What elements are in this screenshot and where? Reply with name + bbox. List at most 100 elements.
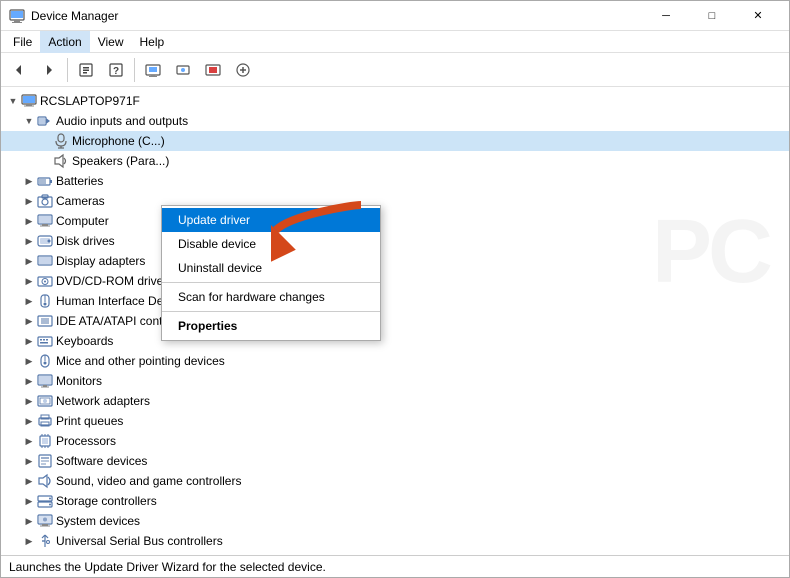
properties-button[interactable] xyxy=(72,56,100,84)
audio-expand-icon[interactable]: ▼ xyxy=(21,111,37,131)
toolbar: ? xyxy=(1,53,789,87)
title-bar: Device Manager ─ □ ✕ xyxy=(1,1,789,31)
forward-button[interactable] xyxy=(35,56,63,84)
back-button[interactable] xyxy=(5,56,33,84)
maximize-button[interactable]: □ xyxy=(689,1,735,31)
toolbar-sep-2 xyxy=(134,58,135,82)
tree-item-usb[interactable]: ▶ Universal Serial Bus controllers xyxy=(1,531,789,551)
tree-item-dvd[interactable]: ▶ DVD/CD-ROM drives xyxy=(1,271,789,291)
tree-item-storage[interactable]: ▶ Storage controllers xyxy=(1,491,789,511)
usb-icon xyxy=(37,533,53,549)
add-hardware-button[interactable] xyxy=(229,56,257,84)
network-adapter-icon xyxy=(37,393,53,409)
tree-item-speakers[interactable]: Speakers (Para...) xyxy=(1,151,789,171)
usb-label: Universal Serial Bus controllers xyxy=(56,534,223,548)
ctx-update-driver[interactable]: Update driver xyxy=(162,208,380,232)
root-label: RCSLAPTOP971F xyxy=(40,94,140,108)
ide-icon xyxy=(37,313,53,329)
tree-root[interactable]: ▼ RCSLAPTOP971F xyxy=(1,91,789,111)
display-adapter-icon xyxy=(37,253,53,269)
battery-icon xyxy=(37,173,53,189)
print-label: Print queues xyxy=(56,414,123,428)
status-bar: Launches the Update Driver Wizard for th… xyxy=(1,555,789,577)
tree-item-audio[interactable]: ▼ Audio inputs and outputs xyxy=(1,111,789,131)
tree-item-mice[interactable]: ▶ Mice and other pointing devices xyxy=(1,351,789,371)
mice-expand-icon[interactable]: ▶ xyxy=(21,351,37,371)
context-menu: Update driver Disable device Uninstall d… xyxy=(161,205,381,341)
batteries-expand-icon[interactable]: ▶ xyxy=(21,171,37,191)
tree-item-system[interactable]: ▶ System devices xyxy=(1,511,789,531)
tree-item-batteries[interactable]: ▶ Batteries xyxy=(1,171,789,191)
keyboard-expand-icon[interactable]: ▶ xyxy=(21,331,37,351)
dvd-icon xyxy=(37,273,53,289)
software-expand-icon[interactable]: ▶ xyxy=(21,451,37,471)
minimize-button[interactable]: ─ xyxy=(643,1,689,31)
tree-item-ide[interactable]: ▶ IDE ATA/ATAPI controllers xyxy=(1,311,789,331)
tree-item-microphone[interactable]: Microphone (C...) xyxy=(1,131,789,151)
monitors-expand-icon[interactable]: ▶ xyxy=(21,371,37,391)
print-expand-icon[interactable]: ▶ xyxy=(21,411,37,431)
tree-item-disk[interactable]: ▶ Disk drives xyxy=(1,231,789,251)
ctx-separator xyxy=(162,282,380,283)
tree-item-network[interactable]: ▶ Network adapters xyxy=(1,391,789,411)
dvd-expand-icon[interactable]: ▶ xyxy=(21,271,37,291)
menu-view[interactable]: View xyxy=(90,31,132,53)
system-expand-icon[interactable]: ▶ xyxy=(21,511,37,531)
menu-file[interactable]: File xyxy=(5,31,40,53)
microphone-icon xyxy=(53,133,69,149)
ctx-properties[interactable]: Properties xyxy=(162,314,380,338)
network-button[interactable] xyxy=(169,56,197,84)
window-controls: ─ □ ✕ xyxy=(643,1,781,31)
svg-text:?: ? xyxy=(113,66,119,77)
computer-expand-icon[interactable]: ▶ xyxy=(21,211,37,231)
storage-expand-icon[interactable]: ▶ xyxy=(21,491,37,511)
close-button[interactable]: ✕ xyxy=(735,1,781,31)
sound-icon xyxy=(37,473,53,489)
tree-item-keyboards[interactable]: ▶ Keyboards xyxy=(1,331,789,351)
device-tree[interactable]: ▼ RCSLAPTOP971F ▼ xyxy=(1,87,789,555)
software-device-icon xyxy=(37,453,53,469)
system-label: System devices xyxy=(56,514,140,528)
tree-item-software[interactable]: ▶ Software devices xyxy=(1,451,789,471)
processor-expand-icon[interactable]: ▶ xyxy=(21,431,37,451)
cameras-label: Cameras xyxy=(56,194,105,208)
keyboards-label: Keyboards xyxy=(56,334,113,348)
usb-expand-icon[interactable]: ▶ xyxy=(21,531,37,551)
processor-icon xyxy=(37,433,53,449)
tree-item-display[interactable]: ▶ Display adapters xyxy=(1,251,789,271)
menu-help[interactable]: Help xyxy=(132,31,173,53)
menu-bar: File Action View Help xyxy=(1,31,789,53)
disk-expand-icon[interactable]: ▶ xyxy=(21,231,37,251)
device-manager-window: Device Manager ─ □ ✕ File Action View He… xyxy=(0,0,790,578)
tree-item-monitors[interactable]: ▶ Monitors xyxy=(1,371,789,391)
tree-item-computer[interactable]: ▶ Computer xyxy=(1,211,789,231)
root-expand-icon[interactable]: ▼ xyxy=(5,91,21,111)
ctx-disable-device[interactable]: Disable device xyxy=(162,232,380,256)
sound-label: Sound, video and game controllers xyxy=(56,474,241,488)
menu-action[interactable]: Action xyxy=(40,31,89,53)
remove-device-button[interactable] xyxy=(199,56,227,84)
tree-item-sound[interactable]: ▶ Sound, video and game controllers xyxy=(1,471,789,491)
ide-expand-icon[interactable]: ▶ xyxy=(21,311,37,331)
ctx-scan-hardware[interactable]: Scan for hardware changes xyxy=(162,285,380,309)
tree-item-processors[interactable]: ▶ Processors xyxy=(1,431,789,451)
display-expand-icon[interactable]: ▶ xyxy=(21,251,37,271)
speakers-label: Speakers (Para...) xyxy=(72,154,169,168)
tree-item-print[interactable]: ▶ Print queues xyxy=(1,411,789,431)
ctx-uninstall-device[interactable]: Uninstall device xyxy=(162,256,380,280)
sound-expand-icon[interactable]: ▶ xyxy=(21,471,37,491)
system-icon xyxy=(37,513,53,529)
tree-item-hid[interactable]: ▶ Human Interface Devices xyxy=(1,291,789,311)
tree-item-cameras[interactable]: ▶ Cameras xyxy=(1,191,789,211)
cameras-expand-icon[interactable]: ▶ xyxy=(21,191,37,211)
audio-label: Audio inputs and outputs xyxy=(56,114,188,128)
scan-hardware-button[interactable] xyxy=(139,56,167,84)
help-button[interactable]: ? xyxy=(102,56,130,84)
window-title: Device Manager xyxy=(31,9,643,23)
hid-expand-icon[interactable]: ▶ xyxy=(21,291,37,311)
toolbar-sep-1 xyxy=(67,58,68,82)
camera-icon xyxy=(37,193,53,209)
dvd-label: DVD/CD-ROM drives xyxy=(56,274,169,288)
keyboard-icon xyxy=(37,333,53,349)
network-expand-icon[interactable]: ▶ xyxy=(21,391,37,411)
